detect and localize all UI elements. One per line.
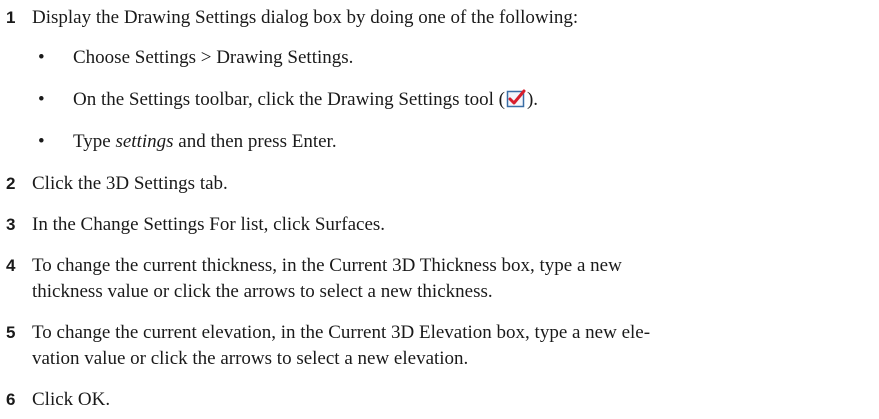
step-text-line: To change the current thickness, in the … [32,255,622,276]
bullet-text-after: and then press Enter. [173,131,337,152]
command-keyword: settings [115,131,174,152]
step-number: 4 [6,256,16,275]
bullet-text: On the Settings toolbar, click the Drawi… [73,87,538,113]
bullet-marker: • [38,47,45,68]
bullet-text: Type settings and then press Enter. [73,129,337,155]
bullet-text-before: On the Settings toolbar, click the Drawi… [73,89,505,110]
step-text-line: To change the current elevation, in the … [32,322,651,343]
bullet-text: Choose Settings > Drawing Settings. [73,47,354,68]
step-text-line: thickness value or click the arrows to s… [32,281,493,302]
step-text: To change the current thickness, in the … [32,253,852,305]
step-number: 5 [6,323,16,342]
step-text: Click OK. [32,389,111,410]
step-text-line: vation value or click the arrows to sele… [32,348,469,369]
drawing-settings-checkmark-icon [506,89,526,108]
step-text: To change the current elevation, in the … [32,320,852,372]
instruction-document: 1 Display the Drawing Settings dialog bo… [0,0,879,419]
bullet-marker: • [38,131,45,152]
step-number: 6 [6,390,16,409]
bullet-text-before: Type [73,131,116,152]
bullet-text-after: ). [526,89,539,110]
step-number: 3 [6,215,16,234]
step-text: In the Change Settings For list, click S… [32,214,386,235]
bullet-marker: • [38,89,45,110]
step-number: 2 [6,174,16,193]
step-text: Display the Drawing Settings dialog box … [32,7,579,28]
step-text: Click the 3D Settings tab. [32,173,228,194]
step-number: 1 [6,8,16,27]
